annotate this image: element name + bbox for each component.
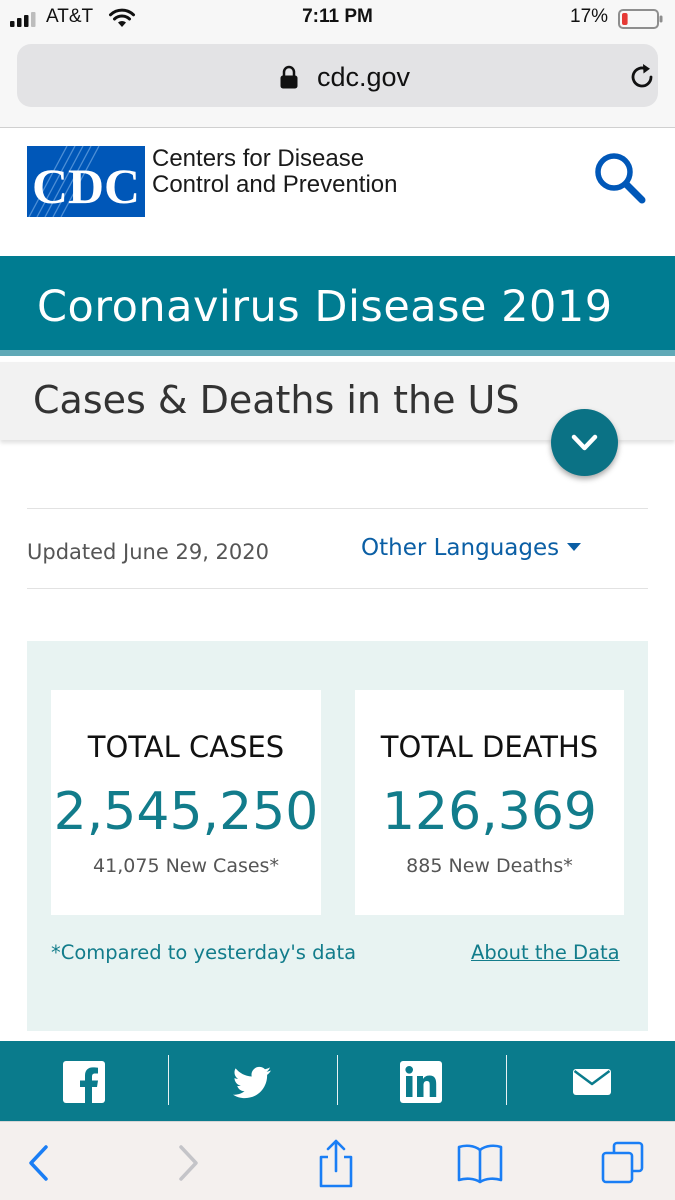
battery-fill [622,13,628,25]
bookmarks-icon[interactable] [455,1138,505,1188]
new-deaths-value: 885 New Deaths* [406,855,573,877]
reload-icon[interactable] [627,62,657,92]
about-the-data-link[interactable]: About the Data [471,941,620,964]
section-title: Cases & Deaths in the US [33,378,520,422]
total-cases-card: TOTAL CASES 2,545,250 41,075 New Cases* [51,690,321,915]
lock-icon [280,65,298,89]
divider [168,1055,169,1105]
divider [337,1055,338,1105]
browser-address-area: cdc.gov [0,38,675,128]
total-deaths-card: TOTAL DEATHS 126,369 885 New Deaths* [355,690,624,915]
page-title: Coronavirus Disease 2019 [37,282,613,332]
forward-icon [179,1145,198,1181]
other-languages-dropdown[interactable]: Other Languages [361,535,582,561]
twitter-icon[interactable] [231,1061,273,1103]
expand-menu-button[interactable] [551,409,618,476]
updated-row: Updated June 29, 2020 Other Languages [27,508,648,589]
linkedin-icon[interactable] [400,1061,442,1103]
facebook-icon[interactable] [63,1061,105,1103]
new-cases-value: 41,075 New Cases* [93,855,279,877]
battery-percent: 17% [570,6,609,27]
total-cases-value: 2,545,250 [53,782,319,842]
url-text: cdc.gov [317,62,411,92]
caret-down-icon [567,542,582,551]
site-header: CDC Centers for Disease Control and Prev… [0,128,675,256]
other-languages-label: Other Languages [361,535,560,561]
cdc-logo[interactable]: CDC [27,146,145,217]
battery-icon [618,9,663,29]
comparison-footnote: *Compared to yesterday's data [51,941,357,964]
organization-name-line2: Control and Prevention [152,171,398,198]
cdc-logo-text: CDC [32,158,140,214]
organization-name-line1: Centers for Disease [152,145,365,172]
total-deaths-label: TOTAL DEATHS [380,730,599,764]
status-bar: AT&T 7:11 PM 17% [0,0,675,38]
social-share-bar [0,1041,675,1121]
divider [506,1055,507,1105]
search-icon[interactable] [590,148,650,208]
stats-panel: TOTAL CASES 2,545,250 41,075 New Cases* … [27,641,648,1031]
email-icon[interactable] [571,1061,613,1103]
back-icon[interactable] [14,1138,64,1188]
organization-name: Centers for Disease Control and Preventi… [152,146,397,198]
total-cases-label: TOTAL CASES [87,730,285,764]
address-bar[interactable]: cdc.gov [17,44,658,107]
browser-toolbar [0,1121,675,1200]
share-icon[interactable] [311,1138,361,1188]
page-title-bar: Coronavirus Disease 2019 [0,256,675,356]
chevron-down-icon [571,434,598,451]
updated-date: Updated June 29, 2020 [27,540,269,564]
tabs-icon[interactable] [599,1138,649,1188]
total-deaths-value: 126,369 [381,782,598,842]
